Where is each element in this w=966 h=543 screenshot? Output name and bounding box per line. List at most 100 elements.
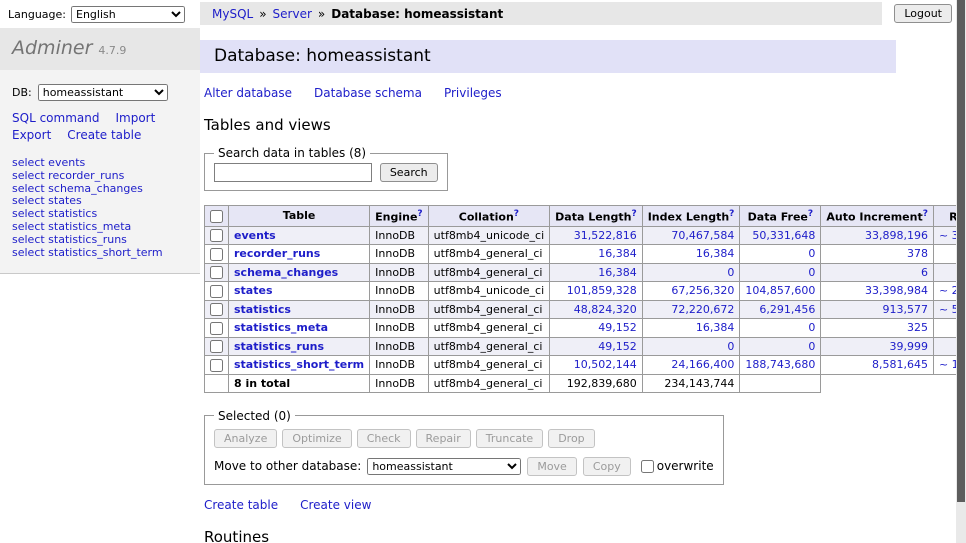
adminer-logo[interactable]: Adminer <box>12 37 92 59</box>
engine-cell: InnoDB <box>370 245 429 264</box>
auto-increment-link[interactable]: 6 <box>921 266 928 279</box>
index-length-link[interactable]: 16,384 <box>696 321 735 334</box>
column-help-link[interactable]: ? <box>729 209 734 219</box>
breadcrumb-item[interactable]: Server <box>273 7 312 21</box>
row-checkbox[interactable] <box>210 340 223 353</box>
engine-cell: InnoDB <box>370 300 429 319</box>
export-link[interactable]: Export <box>12 128 51 142</box>
row-checkbox[interactable] <box>210 303 223 316</box>
sidebar-table-link[interactable]: select statistics_meta <box>12 221 188 234</box>
data-free-link[interactable]: 6,291,456 <box>759 303 815 316</box>
row-checkbox[interactable] <box>210 285 223 298</box>
scrollbar[interactable] <box>956 0 966 543</box>
sidebar-table-link[interactable]: select events <box>12 157 188 170</box>
data-free-link[interactable]: 0 <box>808 247 815 260</box>
data-length-link[interactable]: 49,152 <box>598 321 637 334</box>
data-length-link[interactable]: 10,502,144 <box>574 358 637 371</box>
engine-cell: InnoDB <box>370 356 429 375</box>
index-length-link[interactable]: 16,384 <box>696 247 735 260</box>
data-length-link[interactable]: 16,384 <box>598 266 637 279</box>
row-checkbox[interactable] <box>210 359 223 372</box>
select-all-checkbox[interactable] <box>210 210 223 223</box>
data-free-link[interactable]: 0 <box>808 321 815 334</box>
index-length-link[interactable]: 24,166,400 <box>671 358 734 371</box>
data-free-link[interactable]: 50,331,648 <box>752 229 815 242</box>
auto-increment-link[interactable]: 913,577 <box>882 303 928 316</box>
breadcrumb: MySQL»Server»Database: homeassistant <box>200 2 882 25</box>
search-input[interactable] <box>214 163 372 182</box>
column-help-link[interactable]: ? <box>808 209 813 219</box>
create-table-link[interactable]: Create table <box>204 498 278 512</box>
data-free-link[interactable]: 104,857,600 <box>745 284 815 297</box>
repair-button[interactable]: Repair <box>416 429 471 448</box>
total-count: 8 in total <box>229 374 370 392</box>
sidebar-table-link[interactable]: select recorder_runs <box>12 170 188 183</box>
data-length-link[interactable]: 49,152 <box>598 340 637 353</box>
table-name-link[interactable]: statistics_meta <box>234 321 328 334</box>
index-length-link[interactable]: 72,220,672 <box>671 303 734 316</box>
database-schema-link[interactable]: Database schema <box>314 86 422 100</box>
check-button[interactable]: Check <box>357 429 411 448</box>
index-length-link[interactable]: 0 <box>727 266 734 279</box>
create-view-link[interactable]: Create view <box>300 498 371 512</box>
table-name-link[interactable]: statistics_runs <box>234 340 324 353</box>
adminer-version: 4.7.9 <box>98 44 126 57</box>
optimize-button[interactable]: Optimize <box>282 429 351 448</box>
analyze-button[interactable]: Analyze <box>214 429 277 448</box>
column-help-link[interactable]: ? <box>923 209 928 219</box>
move-button[interactable]: Move <box>527 457 577 476</box>
move-db-select[interactable]: homeassistant <box>367 458 521 475</box>
import-link[interactable]: Import <box>115 111 155 125</box>
index-length-link[interactable]: 70,467,584 <box>671 229 734 242</box>
auto-increment-link[interactable]: 325 <box>907 321 928 334</box>
column-help-link[interactable]: ? <box>514 209 519 219</box>
data-length-link[interactable]: 48,824,320 <box>574 303 637 316</box>
column-help-link[interactable]: ? <box>631 209 636 219</box>
data-free-link[interactable]: 188,743,680 <box>745 358 815 371</box>
column-help-link[interactable]: ? <box>417 209 422 219</box>
table-name-link[interactable]: states <box>234 284 273 297</box>
breadcrumb-item[interactable]: MySQL <box>212 7 253 21</box>
copy-button[interactable]: Copy <box>583 457 631 476</box>
auto-increment-link[interactable]: 8,581,645 <box>872 358 928 371</box>
auto-increment-link[interactable]: 33,898,196 <box>865 229 928 242</box>
auto-increment-link[interactable]: 33,398,984 <box>865 284 928 297</box>
data-free-link[interactable]: 0 <box>808 266 815 279</box>
table-name-link[interactable]: schema_changes <box>234 266 338 279</box>
table-name-link[interactable]: events <box>234 229 276 242</box>
search-button[interactable]: Search <box>380 163 438 182</box>
data-length-link[interactable]: 31,522,816 <box>574 229 637 242</box>
table-name-link[interactable]: statistics <box>234 303 291 316</box>
drop-button[interactable]: Drop <box>548 429 594 448</box>
selected-legend: Selected (0) <box>214 409 295 423</box>
collation-cell: utf8mb4_general_ci <box>428 263 549 282</box>
row-checkbox[interactable] <box>210 229 223 242</box>
table-name-link[interactable]: statistics_short_term <box>234 358 364 371</box>
row-checkbox[interactable] <box>210 266 223 279</box>
auto-increment-link[interactable]: 378 <box>907 247 928 260</box>
data-length-link[interactable]: 16,384 <box>598 247 637 260</box>
overwrite-checkbox[interactable] <box>641 460 654 473</box>
sql-command-link[interactable]: SQL command <box>12 111 99 125</box>
data-length-link[interactable]: 101,859,328 <box>567 284 637 297</box>
table-name-link[interactable]: recorder_runs <box>234 247 320 260</box>
auto-increment-link[interactable]: 39,999 <box>889 340 928 353</box>
language-select[interactable]: English <box>71 6 185 23</box>
index-length-link[interactable]: 0 <box>727 340 734 353</box>
db-select[interactable]: homeassistant <box>38 84 168 101</box>
truncate-button[interactable]: Truncate <box>476 429 543 448</box>
db-selector-row: DB: homeassistant <box>0 70 200 105</box>
logout-button[interactable]: Logout <box>894 4 952 23</box>
create-table-link[interactable]: Create table <box>67 128 141 142</box>
index-length-link[interactable]: 67,256,320 <box>671 284 734 297</box>
sidebar-table-link[interactable]: select statistics_short_term <box>12 247 188 260</box>
sidebar-table-links: select eventsselect recorder_runsselect … <box>0 145 200 265</box>
row-checkbox[interactable] <box>210 248 223 261</box>
scrollbar-thumb[interactable] <box>957 0 965 502</box>
privileges-link[interactable]: Privileges <box>444 86 502 100</box>
data-free-link[interactable]: 0 <box>808 340 815 353</box>
alter-database-link[interactable]: Alter database <box>204 86 292 100</box>
row-checkbox[interactable] <box>210 322 223 335</box>
sidebar-table-link[interactable]: select statistics_runs <box>12 234 188 247</box>
column-header-auto-increment: Auto Increment? <box>821 206 934 227</box>
